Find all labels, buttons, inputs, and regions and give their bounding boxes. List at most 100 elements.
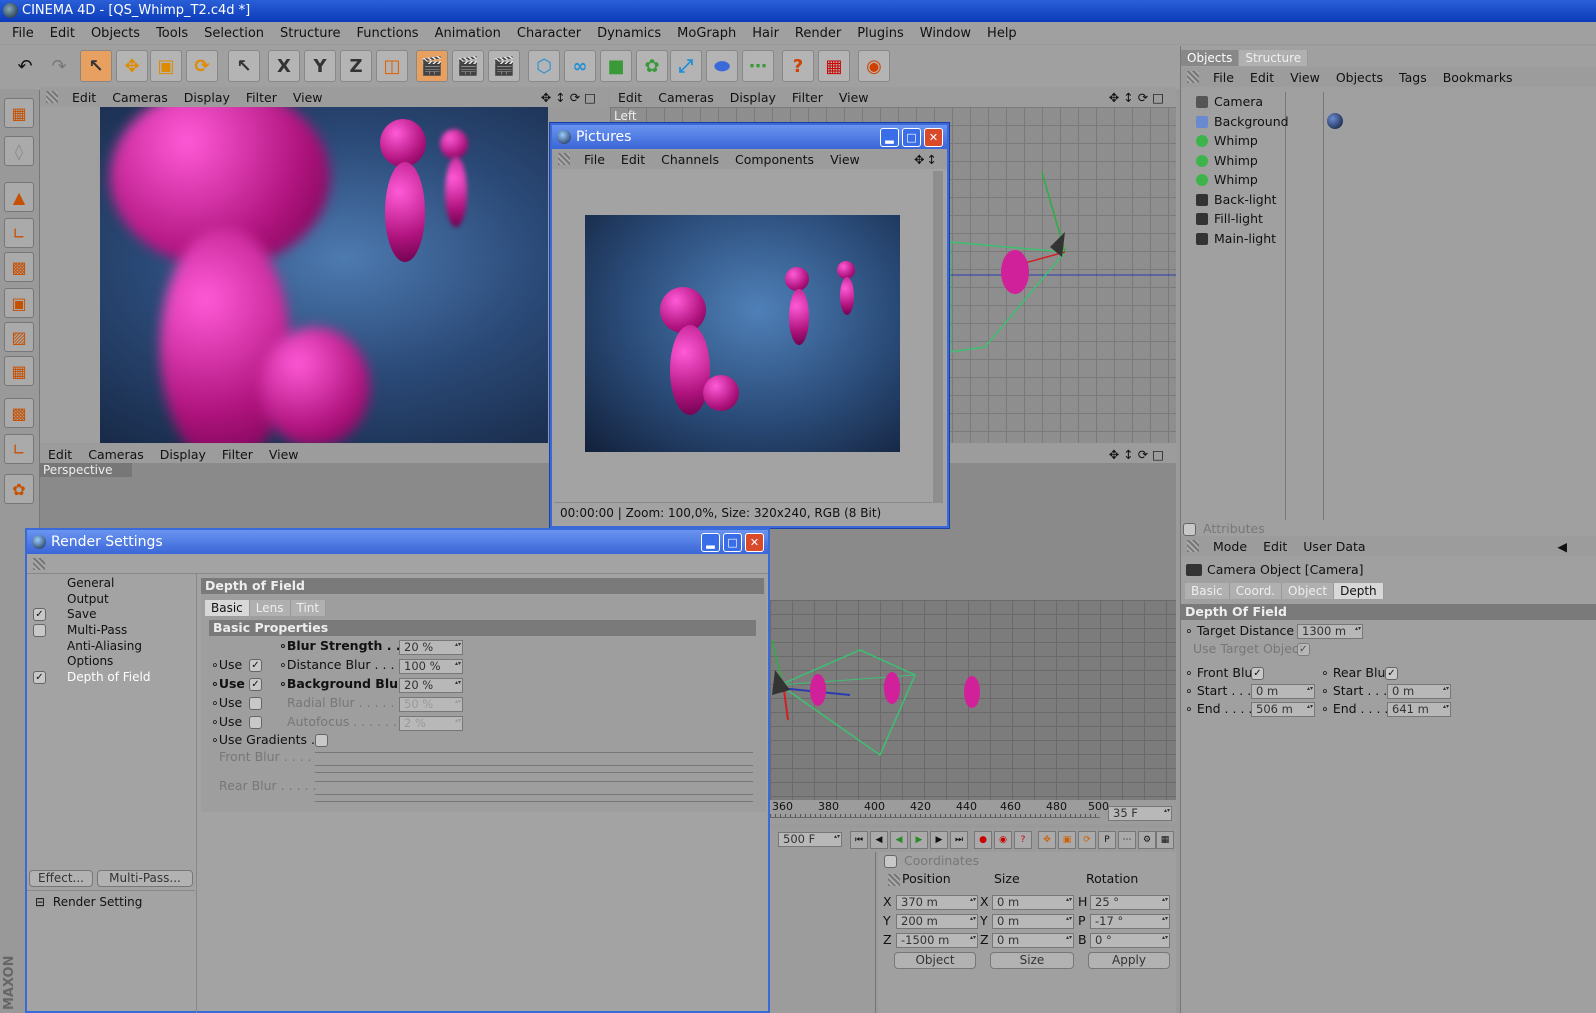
obj-menu-objects[interactable]: Objects (1328, 70, 1391, 85)
dof-tab-tint[interactable]: Tint (290, 600, 327, 616)
dof-tab-basic[interactable]: Basic (205, 600, 250, 616)
nav-item-depth-of-field[interactable]: ✓ Depth of Field (27, 670, 196, 686)
nav-item-multi-pass[interactable]: Multi-Pass (27, 623, 196, 639)
maximize-button[interactable]: □ (723, 533, 742, 552)
drag-grip-icon[interactable] (1187, 71, 1199, 83)
close-button[interactable]: ✕ (745, 533, 764, 552)
picture-viewer-titlebar[interactable]: Pictures ▂ □ ✕ (552, 125, 947, 149)
viewport-menu-display[interactable]: Display (176, 90, 238, 105)
viewport-menu-display[interactable]: Display (152, 447, 214, 462)
step-forward-icon[interactable]: ▶ (930, 831, 948, 849)
undo-icon[interactable]: ↶ (10, 51, 40, 81)
scale-key-icon[interactable]: ▣ (1058, 831, 1076, 849)
menu-window[interactable]: Window (912, 26, 979, 41)
radial-blur-field[interactable]: 50 % (399, 697, 463, 712)
viewport-menu-cameras[interactable]: Cameras (80, 447, 152, 462)
viewport-menu-edit[interactable]: Edit (40, 447, 80, 462)
rear-blur-gradient-bar[interactable] (315, 794, 753, 802)
tab-objects[interactable]: Objects (1181, 50, 1240, 66)
rotation-b-field[interactable]: 0 ° (1090, 933, 1170, 948)
z-axis-icon[interactable]: Z (340, 50, 372, 82)
obj-menu-file[interactable]: File (1205, 70, 1242, 85)
picture-viewer-scrollbar[interactable] (933, 171, 943, 503)
nurbs-icon[interactable]: ■ (600, 50, 632, 82)
record-icon[interactable]: ● (974, 831, 992, 849)
particles-icon[interactable]: ⋯ (742, 50, 774, 82)
material-manager-fragment[interactable] (770, 852, 876, 1013)
use-radial-blur-checkbox[interactable] (249, 697, 262, 710)
checkerboard-icon[interactable]: ▩ (4, 398, 34, 428)
cube-icon[interactable]: ⬡ (528, 50, 560, 82)
pv-menu-channels[interactable]: Channels (653, 152, 727, 167)
distance-blur-field[interactable]: 100 % (399, 659, 463, 674)
goto-end-icon[interactable]: ⏭ (950, 831, 968, 849)
attr-menu-edit[interactable]: Edit (1255, 539, 1295, 554)
rear-end-field[interactable]: 641 m (1387, 702, 1451, 717)
viewport-menu-cameras[interactable]: Cameras (104, 90, 176, 105)
move-icon[interactable]: ✥ (116, 50, 148, 82)
coordinate-mode-dropdown[interactable]: Object (894, 952, 976, 969)
viewport-menu-view[interactable]: View (261, 447, 307, 462)
menu-render[interactable]: Render (787, 26, 849, 41)
menu-hair[interactable]: Hair (744, 26, 787, 41)
attr-menu-mode[interactable]: Mode (1205, 539, 1255, 554)
obj-menu-bookmarks[interactable]: Bookmarks (1435, 70, 1521, 85)
use-distance-blur-checkbox[interactable]: ✓ (249, 659, 262, 672)
nav-item-save[interactable]: ✓ Save (27, 607, 196, 623)
front-blur-checkbox[interactable]: ✓ (1251, 667, 1264, 680)
edges-mode-icon[interactable]: ▣ (4, 288, 34, 318)
drag-grip-icon[interactable] (33, 558, 45, 570)
save-checkbox[interactable]: ✓ (33, 608, 46, 622)
attr-tab-coord[interactable]: Coord. (1229, 583, 1282, 599)
menu-functions[interactable]: Functions (349, 26, 427, 41)
autofocus-field[interactable]: 2 % (399, 716, 463, 731)
viewport-nav-icons[interactable]: ✥↕⟳□ (533, 90, 608, 105)
rotation-p-field[interactable]: -17 ° (1090, 914, 1170, 929)
drag-grip-icon[interactable] (888, 874, 900, 886)
layout-icon[interactable]: ▦ (4, 98, 34, 128)
spline-icon[interactable]: ∞ (564, 50, 596, 82)
position-z-field[interactable]: -1500 m (896, 933, 978, 948)
pv-nav-icons[interactable]: ✥↕ (906, 152, 947, 167)
viewport-menu-cameras[interactable]: Cameras (650, 90, 722, 105)
size-z-field[interactable]: 0 m (992, 933, 1074, 948)
drag-grip-icon[interactable] (1187, 540, 1199, 552)
sculpt-icon[interactable]: ✿ (4, 474, 34, 504)
model-tool-icon[interactable]: ▲ (4, 182, 34, 212)
deformer-icon[interactable]: ⤢ (670, 50, 702, 82)
key-settings-icon[interactable]: ⚙ (1138, 831, 1156, 849)
attr-menu-user-data[interactable]: User Data (1295, 539, 1373, 554)
autokey-icon[interactable]: ◉ (994, 831, 1012, 849)
position-key-icon[interactable]: ✥ (1038, 831, 1056, 849)
blur-strength-field[interactable]: 20 % (399, 640, 463, 655)
object-row-main-light[interactable]: Main-light (1192, 229, 1276, 249)
menu-plugins[interactable]: Plugins (849, 26, 912, 41)
redo-icon[interactable]: ↷ (44, 51, 74, 81)
parameter-key-icon[interactable]: P (1098, 831, 1116, 849)
back-arrow-icon[interactable]: ◀ (1549, 539, 1575, 554)
rear-blur-gradient-track[interactable] (315, 781, 753, 784)
scale-icon[interactable]: ▣ (150, 50, 182, 82)
attr-tab-object[interactable]: Object (1282, 583, 1335, 599)
minimize-button[interactable]: ▂ (701, 533, 720, 552)
position-x-field[interactable]: 370 m (896, 895, 978, 910)
polygons-mode-icon[interactable]: ▨ (4, 322, 34, 352)
position-y-field[interactable]: 200 m (896, 914, 978, 929)
camera-viewport[interactable] (40, 107, 548, 443)
render-view-icon[interactable]: 🎬 (416, 50, 448, 82)
object-row-background[interactable]: Background (1192, 112, 1289, 132)
nav-item-anti-aliasing[interactable]: Anti-Aliasing (27, 639, 196, 655)
viewport-nav-icons[interactable]: ✥↕⟳□ (1101, 90, 1176, 105)
menu-mograph[interactable]: MoGraph (669, 26, 744, 41)
viewport-menu-view[interactable]: View (285, 90, 331, 105)
obj-menu-edit[interactable]: Edit (1242, 70, 1282, 85)
viewport-menu-view[interactable]: View (831, 90, 877, 105)
render-picture-viewer-icon[interactable]: 🎬 (452, 50, 484, 82)
web-browser-icon[interactable]: ◉ (858, 50, 890, 82)
selection-arrow-icon[interactable]: ↖ (228, 50, 260, 82)
nav-item-options[interactable]: Options (27, 654, 196, 670)
use-autofocus-checkbox[interactable] (249, 716, 262, 729)
background-material-tag-icon[interactable] (1327, 113, 1343, 129)
front-start-field[interactable]: 0 m (1251, 684, 1315, 699)
nav-item-general[interactable]: General (27, 576, 196, 592)
